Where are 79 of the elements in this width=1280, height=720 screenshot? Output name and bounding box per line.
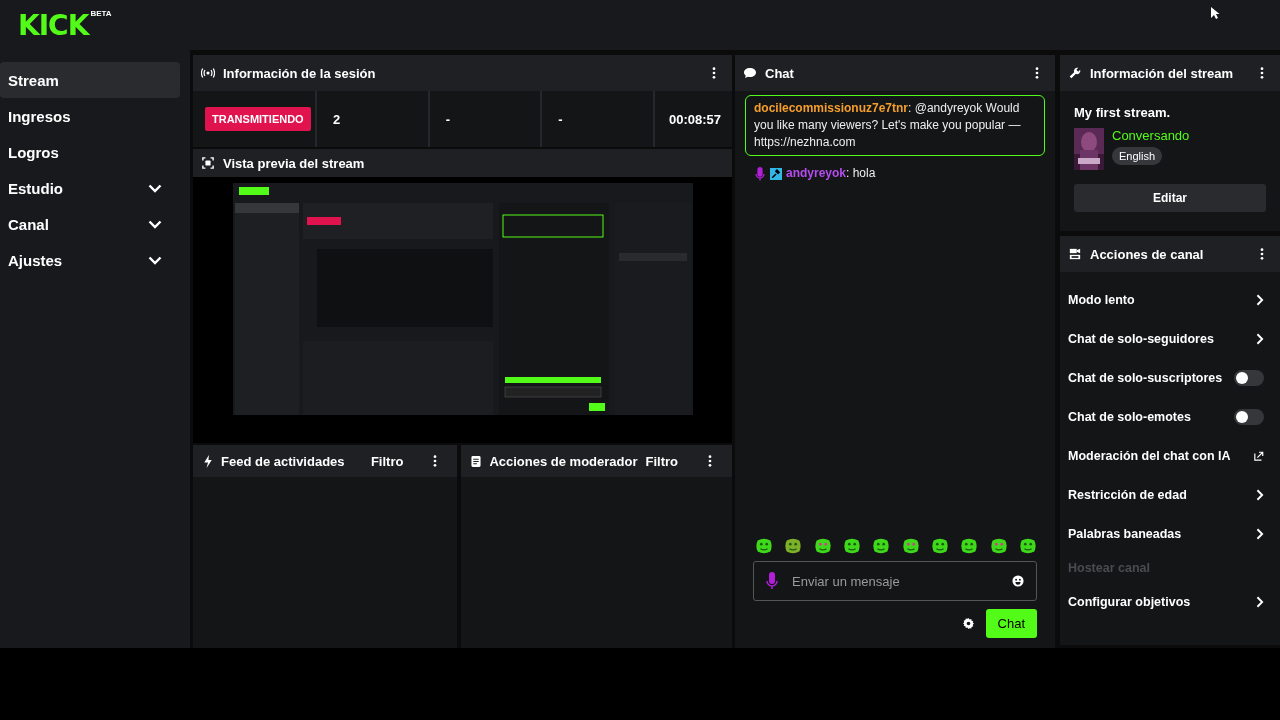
- chevron-down-icon: [148, 255, 162, 265]
- sidebar-item[interactable]: Canal: [0, 206, 180, 242]
- panel-title: Información del stream: [1090, 65, 1235, 81]
- broadcast-icon: [201, 67, 215, 79]
- stat-value: 00:08:57: [668, 111, 721, 127]
- channel-action[interactable]: Moderación del chat con IA: [1068, 448, 1231, 463]
- emote-icon[interactable]: [1018, 537, 1037, 555]
- channel-action[interactable]: Configurar objetivos: [1068, 594, 1191, 609]
- more-icon[interactable]: [708, 455, 712, 467]
- wrench-icon: [1068, 67, 1082, 79]
- toggle-switch[interactable]: [1234, 408, 1264, 425]
- panel-title: Chat: [765, 65, 795, 81]
- channel-action[interactable]: Modo lento: [1068, 292, 1135, 307]
- settings-icon[interactable]: [962, 618, 974, 629]
- chevron-down-icon: [148, 183, 162, 193]
- lightning-icon: [203, 454, 213, 468]
- external-link-icon: [1254, 450, 1264, 461]
- more-icon[interactable]: [1035, 67, 1039, 79]
- panel-title: Vista previa del stream: [223, 155, 366, 171]
- sidebar-item[interactable]: Ingresos: [0, 98, 180, 134]
- panel-title: Feed de actividades: [221, 453, 346, 469]
- microphone-icon: [754, 167, 766, 181]
- panel-title: Acciones de moderador: [489, 453, 638, 469]
- microphone-icon: [766, 572, 778, 590]
- channel-action[interactable]: Chat de solo-suscriptores: [1068, 370, 1223, 385]
- more-icon[interactable]: [1260, 67, 1264, 79]
- edit-button[interactable]: Editar: [1074, 184, 1266, 212]
- toggle-switch[interactable]: [1234, 369, 1264, 386]
- sidebar-item[interactable]: Estudio: [0, 170, 180, 206]
- send-button[interactable]: Chat: [985, 609, 1037, 638]
- message-field[interactable]: Enviar un mensaje: [753, 561, 1037, 601]
- emote-icon[interactable]: [989, 537, 1008, 555]
- emote-icon[interactable]: [755, 537, 773, 555]
- stat-value: 2: [333, 111, 341, 127]
- chevron-right-icon: [1256, 488, 1264, 501]
- emote-icon[interactable]: [872, 537, 891, 555]
- stream-title: My first stream.: [1074, 105, 1172, 120]
- stat-value: -: [445, 111, 450, 127]
- stat-value: -: [558, 111, 563, 127]
- emote-icon[interactable]: [843, 537, 861, 555]
- document-icon: [471, 454, 482, 468]
- more-icon[interactable]: [712, 67, 716, 79]
- emote-icon[interactable]: [901, 537, 920, 555]
- emote-icon[interactable]: [784, 537, 803, 555]
- emote-icon[interactable]: [930, 537, 949, 555]
- channel-action[interactable]: Chat de solo-seguidores: [1068, 331, 1214, 346]
- channel-action[interactable]: Restricción de edad: [1068, 487, 1187, 502]
- sidebar-item[interactable]: Stream: [0, 62, 180, 98]
- emoji-icon[interactable]: [1012, 575, 1024, 587]
- language-tag: English: [1112, 147, 1163, 165]
- panel-title: Acciones de canal: [1090, 246, 1205, 262]
- more-icon[interactable]: [1260, 248, 1264, 260]
- category-link[interactable]: Conversando: [1112, 128, 1190, 143]
- gavel-icon: [770, 167, 782, 181]
- sidebar-item[interactable]: Logros: [0, 134, 180, 170]
- filter-button[interactable]: Filtro: [645, 453, 678, 469]
- beta-label: BETA: [90, 8, 112, 18]
- chat-message: docilecommissionuz7e7tnr: @andyreyok Would you like many viewers? Let's make you popular — https://nezhna.com: [754, 100, 1022, 151]
- speech-bubble-icon: [743, 67, 757, 79]
- chat-message: andyreyok: hola: [786, 165, 876, 182]
- chevron-down-icon: [148, 219, 162, 229]
- message-input[interactable]: Enviar un mensaje: [790, 572, 1000, 590]
- screen-icon: [201, 157, 215, 169]
- panel-title: Información de la sesión: [223, 65, 377, 81]
- emote-icon[interactable]: [960, 537, 979, 555]
- logo[interactable]: KICK: [18, 8, 89, 42]
- filter-button[interactable]: Filtro: [370, 453, 404, 469]
- emote-icon[interactable]: [813, 537, 832, 555]
- camera-icon: [1068, 248, 1082, 260]
- live-badge: TRANSMITIENDO: [205, 107, 311, 131]
- cursor-icon: [1210, 6, 1220, 20]
- chevron-right-icon: [1256, 332, 1264, 345]
- channel-action[interactable]: Palabras baneadas: [1068, 526, 1182, 541]
- chevron-right-icon: [1256, 527, 1264, 540]
- chevron-right-icon: [1256, 293, 1264, 306]
- sidebar-item[interactable]: Ajustes: [0, 242, 180, 278]
- channel-action[interactable]: Chat de solo-emotes: [1068, 409, 1191, 424]
- chevron-right-icon: [1256, 595, 1264, 608]
- more-icon[interactable]: [433, 455, 438, 467]
